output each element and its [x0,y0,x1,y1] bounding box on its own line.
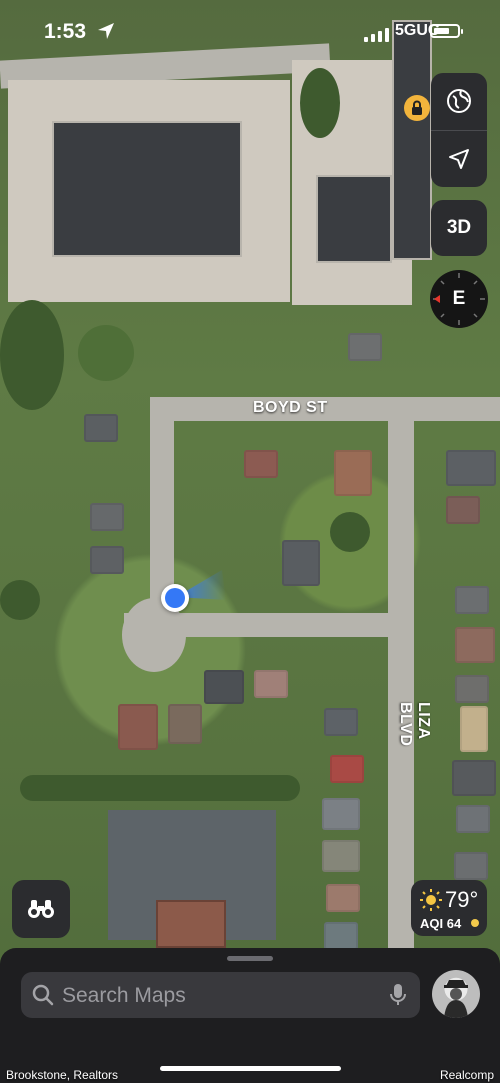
tree-line [20,775,300,801]
tree-cluster [300,68,340,138]
home-indicator[interactable] [160,1066,341,1071]
battery-icon [430,24,463,38]
sheet-grabber[interactable] [227,956,273,961]
house [455,586,489,614]
house [322,840,360,872]
status-bar: 1:53 5GUC [0,0,500,54]
location-arrow-icon [449,149,469,169]
cellular-signal-icon [364,28,389,42]
house [348,333,382,361]
commercial-building [392,20,432,260]
house [118,704,158,750]
3d-view-button[interactable]: 3D [431,200,487,256]
house [454,852,488,880]
look-around-button[interactable] [12,880,70,938]
street-label-boyd: BOYD ST [253,399,328,416]
binoculars-icon [28,900,54,918]
house [324,922,358,950]
house [456,805,490,833]
track-location-button[interactable] [431,131,487,187]
house [244,450,278,478]
profile-photo [444,980,468,1018]
house [168,704,202,744]
house [330,755,364,783]
house [282,540,320,586]
location-services-icon [98,23,114,39]
house [452,760,496,796]
commercial-building [52,121,242,257]
aqi-indicator-dot [471,919,479,927]
tree-cluster [0,580,40,620]
temperature: 79° [445,887,479,912]
house [326,884,360,912]
street-label-liza: LIZA BLVD [397,702,432,747]
tree-cluster [78,325,134,381]
tree-cluster [0,300,64,410]
tree-cluster [330,512,370,552]
house [204,670,244,704]
search-placeholder: Search Maps [62,984,186,1007]
house [90,503,124,531]
house [84,414,118,442]
weather-widget[interactable]: 79° AQI 64 [411,880,487,936]
house [455,675,489,703]
house [254,670,288,698]
house [460,706,488,752]
liza-blvd-road [388,400,414,948]
house [90,546,124,574]
house [446,496,480,524]
user-location-dot[interactable] [161,584,189,612]
house [322,798,360,830]
search-sheet[interactable]: Search Maps [0,948,500,1083]
compass-direction: E [452,288,466,309]
compass-button[interactable]: E [430,270,488,328]
search-bar[interactable]: Search Maps [21,972,420,1018]
sun-icon [420,889,442,911]
watermark-right: Realcomp [439,1068,494,1082]
status-time: 1:53 [44,20,87,43]
commercial-building [156,900,226,948]
house [455,627,495,663]
house [334,450,372,496]
poi-lock-icon[interactable] [404,95,430,121]
house [446,450,496,486]
map-controls [431,73,487,187]
house [324,708,358,736]
globe-icon [447,89,471,113]
map-mode-button[interactable] [431,73,487,129]
commercial-building [316,175,392,263]
microphone-icon[interactable] [389,983,407,1007]
avatar[interactable] [432,970,480,1018]
watermark-left: Brookstone, Realtors [6,1068,119,1082]
air-quality-index: AQI 64 [420,916,462,931]
search-icon [32,984,54,1006]
